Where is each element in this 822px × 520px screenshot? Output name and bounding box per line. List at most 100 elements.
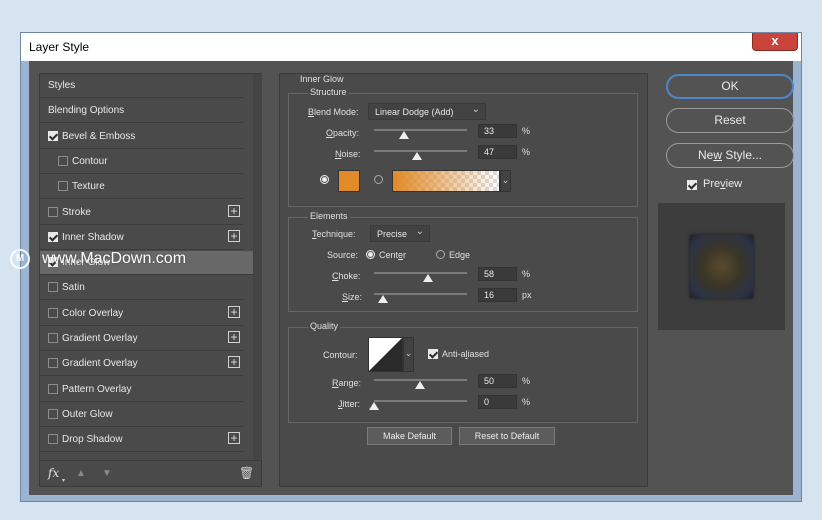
style-checkbox[interactable] (48, 282, 58, 293)
styles-list-item[interactable]: Pattern Overlay (40, 378, 243, 402)
gradient-preview[interactable] (392, 170, 500, 192)
styles-list-item[interactable]: Stroke + (40, 201, 243, 225)
styles-list-footer: fx ▾ ▲ ▼ 🗑 (40, 460, 261, 487)
styles-list-item[interactable]: Satin (40, 276, 243, 301)
contour-picker[interactable] (368, 337, 403, 372)
add-style-plus-icon[interactable]: + (228, 356, 240, 369)
quality-title: Quality (308, 321, 341, 331)
styles-list-item[interactable]: Gradient Overlay + (40, 352, 243, 377)
add-style-plus-icon[interactable]: + (228, 432, 240, 445)
section-title-inner-glow: Inner Glow (300, 74, 344, 84)
contour-dropdown-button[interactable]: ⌄ (403, 337, 414, 372)
jitter-input[interactable]: 0 (478, 395, 517, 409)
blend-mode-label: Blend Mode: (308, 107, 359, 117)
styles-list-item[interactable]: Texture (40, 175, 243, 200)
opacity-label: Opacity: (326, 128, 360, 138)
style-checkbox[interactable] (48, 408, 58, 419)
styles-list-item[interactable]: Styles (40, 74, 243, 98)
watermark-logo-icon: M (10, 249, 30, 269)
range-input[interactable]: 50 (478, 374, 517, 388)
fx-button[interactable]: fx (48, 466, 59, 480)
style-checkbox[interactable] (58, 181, 68, 192)
opacity-input[interactable]: 33 (478, 124, 517, 138)
style-item-label: Outer Glow (62, 408, 113, 420)
add-style-plus-icon[interactable]: + (228, 229, 240, 242)
size-slider-handle[interactable] (378, 295, 388, 303)
technique-select[interactable]: Precise (370, 225, 430, 242)
choke-slider-handle[interactable] (423, 274, 433, 282)
jitter-label: Jitter: (338, 399, 361, 409)
style-checkbox[interactable] (48, 307, 58, 318)
jitter-slider-track[interactable] (374, 400, 467, 402)
contour-label: Contour: (323, 350, 358, 360)
jitter-slider-handle[interactable] (369, 402, 379, 410)
choke-input[interactable]: 58 (478, 267, 517, 281)
close-button[interactable]: x (752, 33, 798, 51)
styles-list-item[interactable]: Blending Options (40, 99, 243, 124)
styles-list-scrollbar[interactable] (253, 74, 262, 460)
style-item-label: Texture (72, 181, 105, 193)
range-label: Range: (332, 378, 362, 388)
style-checkbox[interactable] (48, 383, 58, 394)
opacity-slider-track[interactable] (374, 129, 467, 131)
arrow-up-icon[interactable]: ▲ (76, 468, 86, 479)
noise-slider-handle[interactable] (412, 152, 422, 160)
add-style-plus-icon[interactable]: + (228, 305, 240, 318)
styles-list-item[interactable]: Inner Shadow + (40, 226, 243, 250)
make-default-button[interactable]: Make Default (367, 427, 452, 445)
glow-color-swatch[interactable] (338, 170, 360, 192)
style-checkbox[interactable] (48, 358, 58, 369)
style-checkbox[interactable] (48, 130, 58, 141)
styles-list-item[interactable]: Bevel & Emboss (40, 125, 243, 149)
dialog-body: Styles Blending Options Bevel & Emboss Cont… (29, 61, 794, 495)
range-slider-handle[interactable] (415, 381, 425, 389)
styles-list-item[interactable]: Color Overlay + (40, 302, 243, 326)
blend-mode-select[interactable]: Linear Dodge (Add) (368, 103, 486, 120)
add-style-plus-icon[interactable]: + (228, 331, 240, 343)
style-item-label: Gradient Overlay (62, 333, 138, 344)
anti-aliased-checkbox[interactable] (428, 349, 438, 359)
contour-curve-icon (369, 338, 402, 371)
new-style-button[interactable]: New Style... (666, 143, 794, 168)
preview-checkbox[interactable] (687, 180, 697, 190)
chevron-down-icon: ⌄ (501, 175, 510, 185)
style-checkbox[interactable] (58, 155, 68, 166)
style-checkbox[interactable] (48, 231, 58, 242)
solid-color-radio[interactable] (320, 175, 329, 184)
preview-thumbnail (690, 235, 753, 298)
styles-list-item[interactable]: Gradient Overlay + (40, 327, 243, 351)
styles-list-item[interactable]: Contour (40, 150, 243, 174)
add-style-plus-icon[interactable]: + (228, 204, 240, 217)
style-checkbox[interactable] (48, 434, 58, 445)
choke-unit: % (522, 269, 531, 279)
title-bar[interactable]: Layer Style x (21, 33, 801, 61)
styles-list-item[interactable]: Drop Shadow + (40, 428, 243, 453)
opacity-slider-handle[interactable] (399, 131, 409, 139)
reset-to-default-button[interactable]: Reset to Default (459, 427, 555, 445)
styles-list-panel: Styles Blending Options Bevel & Emboss Cont… (39, 73, 262, 487)
gradient-radio[interactable] (374, 175, 383, 184)
range-unit: % (522, 376, 531, 386)
style-item-label: Stroke (62, 206, 91, 218)
style-checkbox[interactable] (48, 333, 58, 343)
source-center-radio[interactable] (366, 250, 375, 259)
style-checkbox[interactable] (48, 206, 58, 217)
noise-input[interactable]: 47 (478, 145, 517, 159)
trash-icon[interactable]: 🗑 (239, 466, 254, 480)
source-edge-radio[interactable] (436, 250, 445, 259)
ok-button[interactable]: OK (666, 74, 794, 99)
size-input[interactable]: 16 (478, 288, 517, 302)
choke-slider-track[interactable] (374, 272, 467, 274)
elements-title: Elements (308, 211, 350, 221)
reset-button[interactable]: Reset (666, 108, 794, 133)
noise-unit: % (522, 147, 531, 157)
chevron-down-icon: ⌄ (404, 348, 413, 358)
source-center-label: Center (379, 250, 407, 260)
styles-list-item[interactable]: Outer Glow (40, 403, 243, 427)
noise-label: Noise: (335, 149, 361, 159)
arrow-down-icon[interactable]: ▼ (102, 468, 112, 479)
style-item-label: Satin (62, 282, 85, 294)
choke-label: Choke: (332, 271, 361, 281)
style-item-label: Pattern Overlay (62, 383, 132, 395)
gradient-dropdown-button[interactable]: ⌄ (500, 170, 511, 192)
